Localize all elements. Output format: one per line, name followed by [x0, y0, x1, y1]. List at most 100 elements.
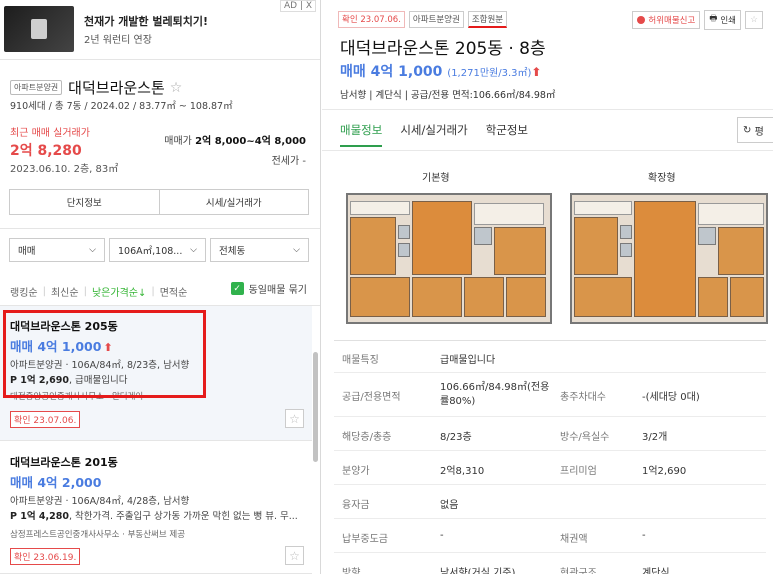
table-value: 급매물입니다 — [440, 355, 496, 366]
price-history-button[interactable]: 시세/실거래가 — [160, 190, 309, 214]
ad-banner[interactable]: 천재가 개발한 벌레퇴치기! 2년 워런티 연장 AD | X — [0, 0, 320, 60]
table-row: 방향 남서향(거실 기준) 현관구조 계단식 — [334, 552, 766, 574]
table-row: 납부중도금 - 채권액 - — [334, 518, 766, 552]
sort-bar: 랭킹순 | 최신순 | 낮은가격순↓ | 면적순 — [10, 284, 188, 299]
detail-actions: 허위매물신고 🖶 인쇄 ☆ — [632, 10, 763, 30]
table-row: 해당층/총층 8/23층 방수/욕실수 3/2개 — [334, 416, 766, 450]
confirm-badge: 확인 23.07.06. — [338, 11, 405, 28]
divider — [322, 109, 773, 110]
report-label: 허위매물신고 — [648, 16, 696, 26]
detail-panel: 확인 23.07.06. 아파트분양권 조합원분 허위매물신고 🖶 인쇄 ☆ 대덕… — [322, 0, 773, 574]
price-up-icon: ⬆ — [103, 341, 113, 354]
ad-close-button[interactable]: AD | X — [279, 0, 316, 12]
area-select[interactable]: 106A㎡,108... ⌵ — [109, 238, 206, 262]
star-icon[interactable]: ☆ — [285, 409, 304, 428]
complex-header: 아파트분양권 대덕브라운스톤 ☆ — [10, 77, 182, 98]
tab-listing-info[interactable]: 매물정보 — [340, 122, 383, 147]
listing-desc-text: , 급매물입니다 — [68, 375, 128, 386]
dong-value: 전체동 — [219, 246, 246, 257]
trade-type-select[interactable]: 매매 ⌵ — [9, 238, 105, 262]
list-item[interactable]: 대덕브라운스톤 205동 매매 4억 1,000 ⬆ 아파트분양권 · 106A/… — [0, 306, 312, 441]
floorplan-basic-label: 기본형 — [422, 173, 450, 184]
table-value: 3/2개 — [642, 432, 668, 443]
price-range-value: 2억 8,000~4억 8,000 — [195, 136, 306, 147]
confirm-badge: 확인 23.07.06. — [10, 411, 81, 428]
scrollbar[interactable] — [313, 352, 318, 462]
sort-low-price[interactable]: 낮은가격순↓ — [92, 284, 146, 299]
table-value: -(세대당 0대) — [642, 392, 700, 403]
complex-info-button[interactable]: 단지정보 — [10, 190, 160, 214]
table-key: 분양가 — [342, 466, 370, 477]
ad-image[interactable] — [4, 6, 74, 52]
pyeong-toggle[interactable]: ↻ 평 — [737, 117, 773, 143]
pyeong-label: 평 — [754, 126, 764, 138]
divider — [0, 228, 320, 229]
listing-name: 대덕브라운스톤 201동 — [10, 456, 118, 469]
table-key: 매물특징 — [342, 355, 379, 366]
sort-latest[interactable]: 최신순 — [51, 284, 79, 299]
listing-spec: 아파트분양권 · 106A/84㎡, 8/23층, 남서향 — [10, 360, 190, 371]
area-value: 106A㎡,108... — [118, 246, 183, 257]
table-key: 총주차대수 — [560, 392, 606, 403]
star-icon[interactable]: ☆ — [285, 546, 304, 565]
detail-tabs: 매물정보 시세/실거래가 학군정보 — [340, 122, 528, 147]
table-value: 8/23층 — [440, 432, 472, 443]
floorplan-extended[interactable] — [570, 193, 768, 324]
table-value: 106.66㎡/84.98㎡(전용률80%) — [440, 382, 550, 407]
table-key: 채권액 — [560, 534, 588, 545]
detail-price-value: 매매 4억 1,000 — [340, 64, 443, 80]
dong-select[interactable]: 전체동 ⌵ — [210, 238, 309, 262]
checkbox-checked-icon[interactable]: ✓ — [230, 282, 244, 295]
listing-premium: P 1억 2,690 — [10, 375, 69, 386]
table-value: 남서향(거실 기준) — [440, 568, 516, 574]
recent-price: 2억 8,280 — [10, 143, 82, 159]
report-button[interactable]: 허위매물신고 — [632, 11, 701, 29]
sort-ranking[interactable]: 랭킹순 — [10, 284, 38, 299]
chevron-down-icon: ⌵ — [89, 245, 96, 255]
table-value: - — [642, 530, 646, 541]
table-key: 방수/욕실수 — [560, 432, 610, 443]
listing-premium: P 1억 4,280 — [10, 511, 69, 522]
floorplan-basic[interactable] — [346, 193, 552, 324]
sort-area[interactable]: 면적순 — [160, 284, 188, 299]
listing-spec: 아파트분양권 · 106A/84㎡, 4/28층, 남서향 — [10, 496, 190, 507]
alert-icon — [637, 16, 646, 24]
list-item[interactable]: 대덕브라운스톤 201동 매매 4억 2,000 아파트분양권 · 106A/8… — [0, 442, 312, 574]
listing-name: 대덕브라운스톤 205동 — [10, 320, 118, 333]
recent-date: 2023.06.10. 2층, 83㎡ — [10, 164, 119, 175]
property-type-tag: 아파트분양권 — [408, 11, 464, 28]
group-same-toggle[interactable]: ✓ 동일매물 묶기 — [230, 281, 307, 296]
tab-price-history[interactable]: 시세/실거래가 — [400, 122, 467, 138]
listing-price: 매매 4억 2,000 — [10, 475, 102, 490]
refresh-icon: ↻ — [743, 124, 752, 136]
star-icon[interactable]: ☆ — [170, 80, 183, 96]
detail-tags: 확인 23.07.06. 아파트분양권 조합원분 — [338, 11, 508, 28]
recent-price-label: 최근 매매 실거래가 — [10, 128, 90, 139]
table-value: 없음 — [440, 500, 459, 511]
detail-price-unit: (1,271만원/3.3㎡) — [447, 68, 532, 79]
star-icon[interactable]: ☆ — [745, 11, 763, 29]
table-row: 매물특징 급매물입니다 — [334, 340, 766, 372]
price-range-label: 매매가 — [164, 136, 192, 147]
floorplan-extended-label: 확장형 — [648, 173, 676, 184]
listing-desc: P 1억 2,690, 급매물입니다 — [10, 372, 305, 386]
complex-buttons: 단지정보 시세/실거래가 — [9, 189, 309, 215]
chevron-down-icon: ⌵ — [293, 245, 300, 255]
table-key: 납부중도금 — [342, 534, 388, 545]
print-label: 인쇄 — [720, 16, 736, 26]
table-key: 방향 — [342, 568, 361, 574]
listing-price-value: 매매 4억 1,000 — [10, 339, 102, 354]
ad-subtitle[interactable]: 2년 워런티 연장 — [84, 31, 152, 46]
chevron-down-icon: ⌵ — [190, 245, 197, 255]
listing-price: 매매 4억 1,000 ⬆ — [10, 336, 113, 355]
ad-title[interactable]: 천재가 개발한 벌레퇴치기! — [84, 13, 208, 29]
complex-info: 910세대 / 총 7동 / 2024.02 / 83.77㎡ ~ 108.87… — [10, 101, 233, 112]
table-row: 분양가 2억8,310 프리미엄 1억2,690 — [334, 450, 766, 484]
confirm-badge: 확인 23.06.19. — [10, 548, 81, 565]
listing-panel: 천재가 개발한 벌레퇴치기! 2년 워런티 연장 AD | X 아파트분양권 대… — [0, 0, 321, 574]
tab-school[interactable]: 학군정보 — [486, 122, 528, 138]
table-row: 공급/전용면적 106.66㎡/84.98㎡(전용률80%) 총주차대수 -(세… — [334, 372, 766, 416]
print-button[interactable]: 🖶 인쇄 — [704, 10, 741, 30]
listing-desc-text: , 착한가격. 주출입구 상가동 가까운 막힌 없는 뻥 뷰. 무... — [68, 511, 298, 522]
member-tag: 조합원분 — [467, 11, 508, 28]
